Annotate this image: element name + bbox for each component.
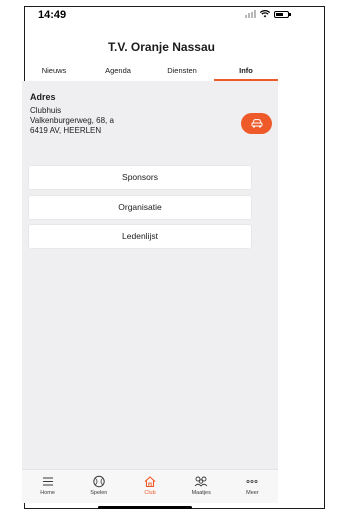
house-icon [144,476,156,488]
battery-icon [274,10,291,18]
status-time: 14:49 [38,9,67,21]
car-icon [251,119,262,128]
tab-diensten[interactable]: Diensten [150,63,214,81]
tab-agenda[interactable]: Agenda [86,63,150,81]
address-line: 6419 AV, HEERLEN [30,126,102,135]
tabbar-item-spelen[interactable]: Spelen [73,470,124,503]
signal-icon [245,10,256,18]
tennis-ball-icon [93,475,105,488]
address-line: Valkenburgerweg, 68, a [30,116,114,125]
bottom-tabbar: Home Spelen Club Maatjes Meer [22,469,278,503]
people-icon [194,476,208,487]
organisatie-button[interactable]: Organisatie [29,196,251,219]
tab-info[interactable]: Info [214,63,278,81]
tabbar-label: Spelen [90,490,108,496]
tabbar-item-club[interactable]: Club [124,470,175,503]
ledenlijst-button[interactable]: Ledenlijst [29,225,251,248]
tabbar-label: Home [40,490,55,496]
tabbar-label: Meer [246,490,259,496]
more-icon [246,480,258,484]
tabbar-item-meer[interactable]: Meer [227,470,278,503]
route-button[interactable] [241,113,272,134]
tabbar-label: Maatjes [191,490,211,496]
address-line: Clubhuis [30,106,62,115]
address-title: Adres [30,92,56,102]
tabbar-label: Club [144,490,156,496]
menu-icon [42,477,53,486]
tabbar-item-maatjes[interactable]: Maatjes [176,470,227,503]
app-title: T.V. Oranje Nassau [108,40,215,54]
tab-nieuws[interactable]: Nieuws [22,63,86,81]
tabbar-item-home[interactable]: Home [22,470,73,503]
top-tabs: Nieuws Agenda Diensten Info [22,63,278,81]
wifi-icon [260,10,270,18]
info-content: Adres Clubhuis Valkenburgerweg, 68, a 64… [22,81,278,469]
sponsors-button[interactable]: Sponsors [29,166,251,189]
status-bar: 14:49 [0,0,337,30]
home-indicator [98,506,192,509]
address-block: Adres Clubhuis Valkenburgerweg, 68, a 64… [30,92,114,136]
